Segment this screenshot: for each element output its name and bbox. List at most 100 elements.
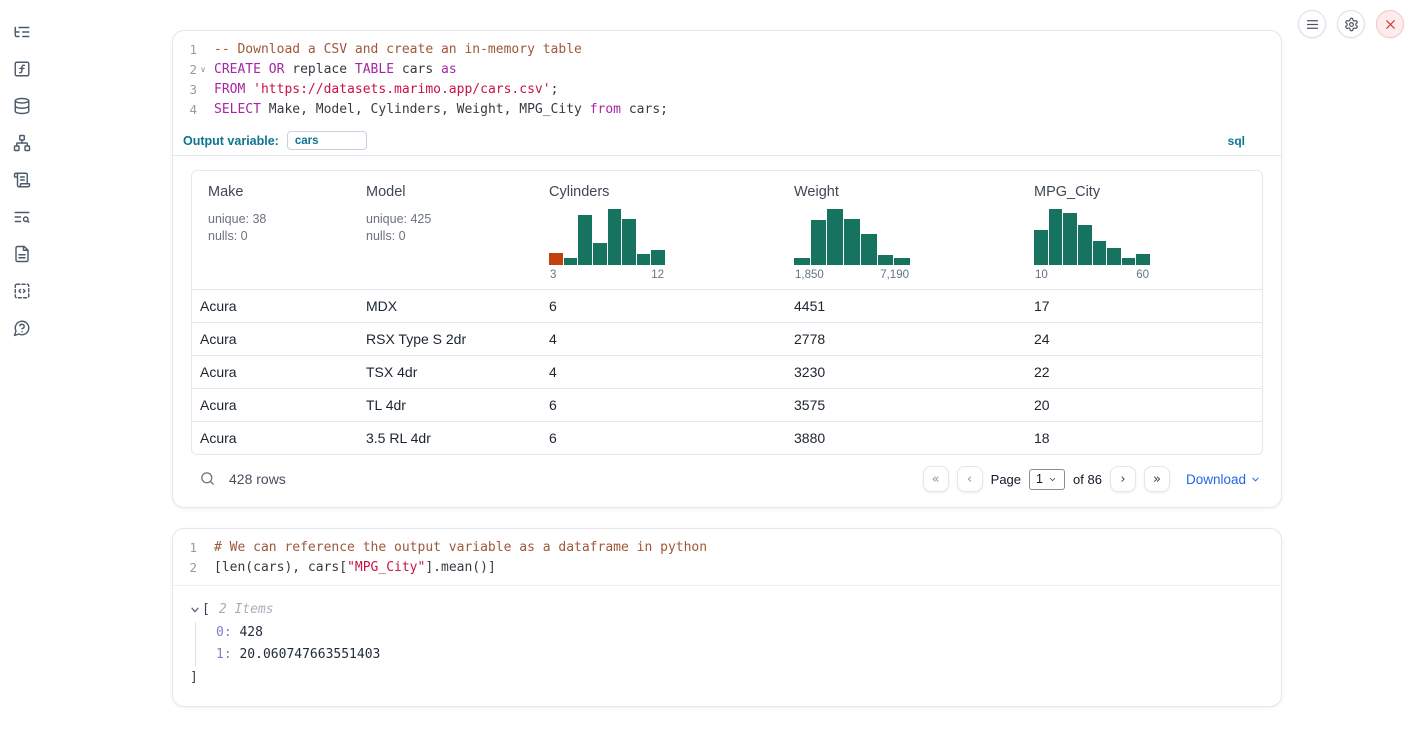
tree-root-line: [ 2 Items <box>190 600 1265 620</box>
mpg-city-histogram[interactable]: 10 60 <box>1034 209 1150 281</box>
tree-entry: 1: 20.060747663551403 <box>216 644 1265 666</box>
items-count-label: 2 Items <box>219 600 274 620</box>
histogram-bar <box>844 219 860 265</box>
histogram-bar <box>1122 258 1136 265</box>
histogram-bar <box>593 243 607 265</box>
histogram-bar <box>894 258 910 265</box>
variables-icon[interactable] <box>13 60 31 78</box>
menu-button[interactable] <box>1298 10 1326 38</box>
output-variable-input[interactable] <box>287 131 367 150</box>
entry-value: 428 <box>239 625 262 640</box>
column-header-mpg-city: MPG_City 10 60 <box>1024 171 1262 289</box>
help-icon[interactable] <box>13 319 31 337</box>
table-cell: 3880 <box>784 422 1024 454</box>
collapse-chevron-icon[interactable] <box>190 605 200 615</box>
table-cell: 3575 <box>784 389 1024 421</box>
dependency-graph-icon[interactable] <box>13 134 31 152</box>
table-cell: 17 <box>1024 290 1262 322</box>
column-header-make: Make unique: 38 nulls: 0 <box>192 171 356 289</box>
table-row[interactable]: Acura MDX 6 4451 17 <box>192 289 1262 322</box>
scratchpad-icon[interactable] <box>13 171 31 189</box>
column-name[interactable]: Weight <box>794 184 839 200</box>
entry-value: 20.060747663551403 <box>239 647 380 662</box>
table-cell: 4451 <box>784 290 1024 322</box>
table-cell: 4 <box>539 323 784 355</box>
first-page-button[interactable]: « <box>923 466 949 492</box>
table-cell: 4 <box>539 356 784 388</box>
cylinders-histogram[interactable]: 3 12 <box>549 209 665 281</box>
table-cell: Acura <box>192 323 356 355</box>
page-select[interactable]: 1 <box>1029 469 1065 490</box>
weight-histogram[interactable]: 1,850 7,190 <box>794 209 910 281</box>
previous-page-button[interactable]: ‹ <box>957 466 983 492</box>
dataframe-table: Make unique: 38 nulls: 0 Model unique: 4… <box>191 170 1263 455</box>
table-cell: Acura <box>192 389 356 421</box>
close-bracket: ] <box>190 668 1265 688</box>
histogram-bar <box>564 258 578 265</box>
histogram-bar <box>794 258 810 265</box>
column-stats: unique: 425 nulls: 0 <box>366 211 529 245</box>
histogram-bar <box>1107 248 1121 265</box>
histogram-bar <box>811 220 827 265</box>
histogram-bar <box>861 234 877 265</box>
histogram-bar <box>1136 254 1150 265</box>
file-explorer-icon[interactable] <box>13 23 31 41</box>
output-variable-row: Output variable: sql <box>173 127 1281 156</box>
histogram-min-label: 1,850 <box>795 269 824 281</box>
histogram-bar <box>549 253 563 265</box>
table-cell: Acura <box>192 356 356 388</box>
table-row[interactable]: Acura TSX 4dr 4 3230 22 <box>192 355 1262 388</box>
language-badge[interactable]: sql <box>1228 134 1245 148</box>
histogram-min-label: 3 <box>550 269 556 281</box>
settings-button[interactable] <box>1337 10 1365 38</box>
chevron-down-icon <box>1250 474 1261 485</box>
search-icon[interactable] <box>199 470 217 488</box>
snippets-icon[interactable] <box>13 282 31 300</box>
column-name[interactable]: Make <box>208 184 243 200</box>
output-variable-label: Output variable: <box>183 134 279 148</box>
logs-icon[interactable] <box>13 208 31 226</box>
table-footer: 428 rows « ‹ Page 1 of 86 › » Download <box>191 465 1263 493</box>
sql-code-editor[interactable]: 1-- Download a CSV and create an in-memo… <box>173 31 1281 127</box>
table-row[interactable]: Acura RSX Type S 2dr 4 2778 24 <box>192 322 1262 355</box>
histogram-bar <box>1049 209 1063 265</box>
histogram-bar <box>827 209 843 265</box>
page-total-label: of 86 <box>1073 472 1102 487</box>
table-cell: 6 <box>539 389 784 421</box>
column-header-weight: Weight 1,850 7,190 <box>784 171 1024 289</box>
download-button[interactable]: Download <box>1186 472 1261 487</box>
table-cell: 24 <box>1024 323 1262 355</box>
tree-children: 0: 428 1: 20.060747663551403 <box>195 622 1265 666</box>
table-header-row: Make unique: 38 nulls: 0 Model unique: 4… <box>192 171 1262 289</box>
histogram-bar <box>608 209 622 265</box>
table-cell: Acura <box>192 422 356 454</box>
python-output: [ 2 Items 0: 428 1: 20.060747663551403 ] <box>173 586 1281 706</box>
table-cell: 6 <box>539 422 784 454</box>
entry-key: 0: <box>216 625 232 640</box>
datasources-icon[interactable] <box>13 97 31 115</box>
python-cell: 1# We can reference the output variable … <box>172 528 1282 707</box>
histogram-bar <box>878 255 894 265</box>
documentation-icon[interactable] <box>13 245 31 263</box>
next-page-button[interactable]: › <box>1110 466 1136 492</box>
histogram-bar <box>1093 241 1107 265</box>
table-cell: TL 4dr <box>356 389 539 421</box>
column-name[interactable]: MPG_City <box>1034 184 1100 200</box>
sql-output: Make unique: 38 nulls: 0 Model unique: 4… <box>173 156 1281 507</box>
chevron-down-icon <box>1048 475 1057 484</box>
download-label: Download <box>1186 472 1246 487</box>
shutdown-button[interactable] <box>1376 10 1404 38</box>
column-header-model: Model unique: 425 nulls: 0 <box>356 171 539 289</box>
histogram-bar <box>622 219 636 265</box>
table-row[interactable]: Acura TL 4dr 6 3575 20 <box>192 388 1262 421</box>
last-page-button[interactable]: » <box>1144 466 1170 492</box>
table-cell: 20 <box>1024 389 1262 421</box>
open-bracket: [ <box>202 600 210 620</box>
table-cell: MDX <box>356 290 539 322</box>
helper-panel-sidebar <box>0 0 44 729</box>
pagination: « ‹ Page 1 of 86 › » Download <box>923 466 1261 492</box>
table-row[interactable]: Acura 3.5 RL 4dr 6 3880 18 <box>192 421 1262 454</box>
column-name[interactable]: Cylinders <box>549 184 609 200</box>
column-name[interactable]: Model <box>366 184 406 200</box>
python-code-editor[interactable]: 1# We can reference the output variable … <box>173 529 1281 586</box>
